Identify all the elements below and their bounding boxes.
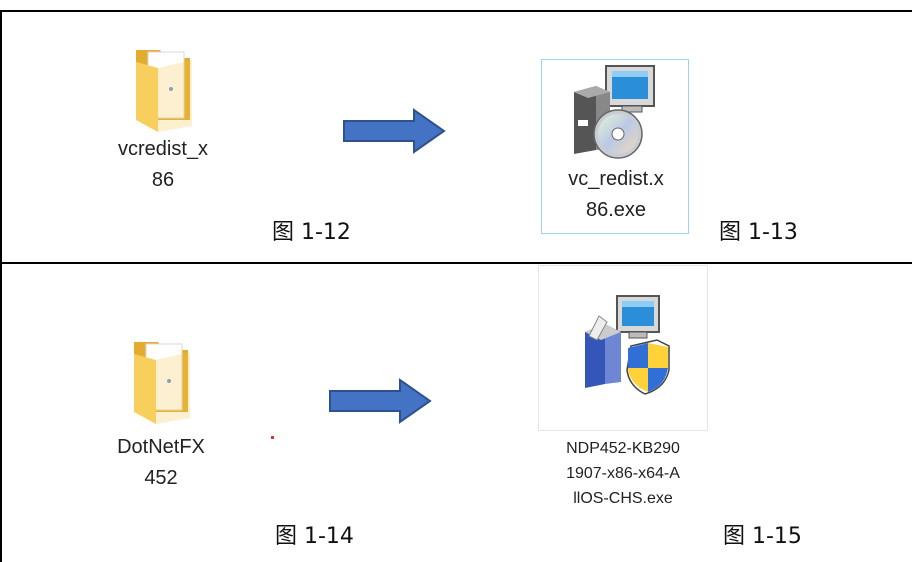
right-arrow-icon [343,108,446,154]
figure-caption: 图 1-12 [272,220,351,245]
figure-caption: 图 1-13 [719,220,798,245]
folder-icon [136,50,192,132]
figure-caption: 图 1-15 [723,524,802,549]
figure-caption: 图 1-14 [275,524,354,549]
exe-item-vc-redist[interactable]: vc_redist.x 86.exe [541,59,689,234]
folder-label: vcredist_x 86 [117,138,209,191]
installer-shield-icon [585,295,670,395]
exe-label: vc_redist.x 86.exe [568,168,664,221]
red-dot [271,436,274,439]
right-arrow-icon [329,378,432,424]
folder-item-vcredist[interactable]: vcredist_x 86 [118,40,208,210]
folder-icon [134,342,190,424]
exe-label: NDP452-KB290 1907-x86-x64-A llOS-CHS.exe [566,440,680,507]
folder-item-dotnetfx[interactable]: DotNetFX 452 [116,332,206,502]
folder-label: DotNetFX 452 [117,436,205,489]
installer-cd-icon [574,65,655,159]
exe-item-ndp452[interactable] [538,265,708,431]
